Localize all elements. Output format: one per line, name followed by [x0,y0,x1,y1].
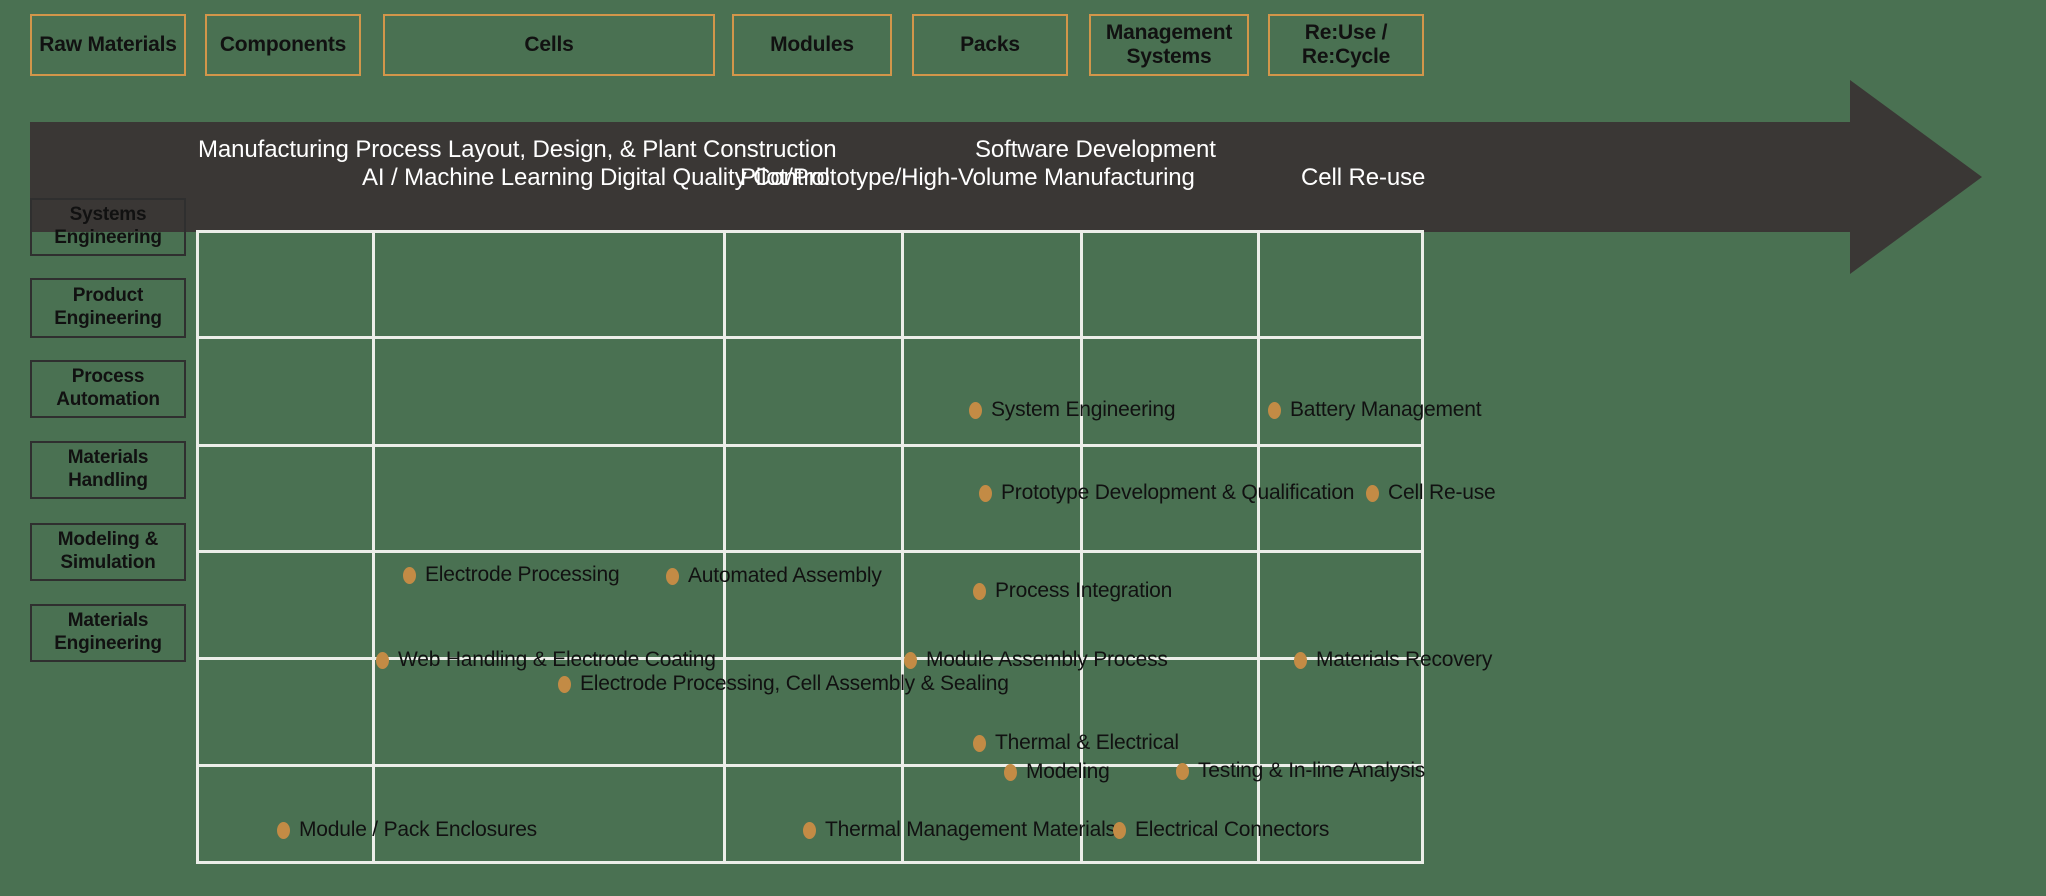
discipline-row-label[interactable]: Process Automation [30,360,186,418]
capability-item[interactable]: Module Assembly Process [904,648,1168,672]
arrow-band-label: Pilot/Prototype/High-Volume Manufacturin… [740,164,1195,191]
stage-box-label: Packs [960,32,1020,56]
capability-item-label: Electrode Processing [425,563,620,586]
arrow-band-label: Manufacturing Process Layout, Design, & … [198,136,837,163]
capability-item[interactable]: Web Handling & Electrode Coating [376,648,716,672]
capability-item[interactable]: Electrical Connectors [1113,818,1329,842]
bullet-dot-icon [803,821,816,839]
capability-item[interactable]: Automated Assembly [666,564,882,588]
capability-item[interactable]: Cell Re-use [1366,481,1496,505]
capability-item-label: Automated Assembly [688,564,882,587]
capability-item[interactable]: Prototype Development & Qualification [979,481,1354,505]
bullet-dot-icon [1294,651,1307,669]
bullet-dot-icon [1366,484,1379,502]
capability-item[interactable]: Module / Pack Enclosures [277,818,537,842]
grid-horizontal-line [196,550,1424,553]
capability-item[interactable]: System Engineering [969,398,1176,422]
grid-horizontal-line [196,444,1424,447]
grid-horizontal-line [196,861,1424,864]
capability-item-label: Module Assembly Process [926,648,1168,671]
stage-box[interactable]: Cells [383,14,715,76]
capability-item[interactable]: Materials Recovery [1294,648,1492,672]
discipline-row-label[interactable]: Modeling & Simulation [30,523,186,581]
stage-box-label: Re:Use / Re:Cycle [1301,20,1391,68]
value-chain-stage-row: Raw Materials Components Cells Modules Packs… [0,0,2046,96]
capability-item[interactable]: Thermal & Electrical [973,731,1179,755]
discipline-row-label-text: Systems Engineering [54,204,162,248]
stage-box-label: Components [219,32,347,56]
bullet-dot-icon [979,484,992,502]
discipline-row-label[interactable]: Materials Handling [30,441,186,499]
capability-item-label: Web Handling & Electrode Coating [398,648,716,671]
discipline-row-label[interactable]: Systems Engineering [30,198,186,256]
grid-horizontal-line [196,336,1424,339]
discipline-row-label-text: Product Engineering [54,285,162,329]
roadmap-canvas: Raw Materials Components Cells Modules Packs… [0,0,2046,896]
capability-item-label: Materials Recovery [1316,648,1493,671]
discipline-row-label[interactable]: Materials Engineering [30,604,186,662]
bullet-dot-icon [904,651,917,669]
stage-box[interactable]: Raw Materials [30,14,186,76]
capability-item[interactable]: Electrode Processing [403,563,620,587]
stage-box-label: Raw Materials [39,32,177,56]
capability-matrix-grid: System Engineering Battery Management Prot… [196,230,1496,864]
arrow-band-label: Cell Re-use [1301,164,1426,191]
stage-box[interactable]: Re:Use / Re:Cycle [1268,14,1424,76]
discipline-row-label-text: Materials Engineering [54,610,162,654]
bullet-dot-icon [1113,821,1126,839]
grid-horizontal-line [196,230,1424,233]
bullet-dot-icon [376,651,389,669]
bullet-dot-icon [969,401,982,419]
capability-item-label: Electrode Processing, Cell Assembly & Se… [580,672,1009,695]
capability-item[interactable]: Testing & In-line Analysis [1176,759,1425,783]
stage-box-label: Cells [524,32,574,56]
bullet-dot-icon [403,566,416,584]
arrow-head-icon [1850,80,1982,274]
grid-vertical-line [723,230,726,864]
discipline-row-label-text: Materials Handling [67,447,149,491]
capability-item[interactable]: Thermal Management Materials [803,818,1116,842]
bullet-dot-icon [666,567,679,585]
arrow-band-label: Software Development [975,136,1216,163]
capability-item-label: Module / Pack Enclosures [299,818,537,841]
capability-item-label: Electrical Connectors [1135,818,1330,841]
bullet-dot-icon [1176,762,1189,780]
capability-item[interactable]: Process Integration [973,579,1172,603]
stage-box[interactable]: Management Systems [1089,14,1249,76]
bullet-dot-icon [1268,401,1281,419]
capability-item-label: Testing & In-line Analysis [1198,759,1426,782]
grid-vertical-line [372,230,375,864]
capability-item-label: Battery Management [1290,398,1482,421]
discipline-row-label[interactable]: Product Engineering [30,278,186,338]
capability-item-label: Cell Re-use [1388,481,1496,504]
stage-box-label: Management Systems [1105,20,1233,68]
capability-item-label: Prototype Development & Qualification [1001,481,1355,504]
capability-item-label: System Engineering [991,398,1176,421]
stage-box[interactable]: Packs [912,14,1068,76]
stage-box-label: Modules [770,32,854,56]
bullet-dot-icon [973,734,986,752]
capability-item-label: Modeling [1026,760,1110,783]
capability-item[interactable]: Battery Management [1268,398,1482,422]
capability-item[interactable]: Modeling [1004,760,1110,784]
bullet-dot-icon [558,675,571,693]
bullet-dot-icon [973,582,986,600]
bullet-dot-icon [1004,763,1017,781]
capability-item-label: Process Integration [995,579,1173,602]
discipline-row-label-text: Process Automation [56,366,160,410]
bullet-dot-icon [277,821,290,839]
capability-item-label: Thermal Management Materials [825,818,1116,841]
stage-box[interactable]: Modules [732,14,892,76]
discipline-row-label-text: Modeling & Simulation [57,529,159,573]
process-arrow-band: Manufacturing Process Layout, Design, & … [30,80,1982,274]
stage-box[interactable]: Components [205,14,361,76]
capability-item[interactable]: Electrode Processing, Cell Assembly & Se… [558,672,1009,696]
grid-vertical-line [196,230,199,864]
capability-item-label: Thermal & Electrical [995,731,1179,754]
grid-vertical-line [901,230,904,864]
